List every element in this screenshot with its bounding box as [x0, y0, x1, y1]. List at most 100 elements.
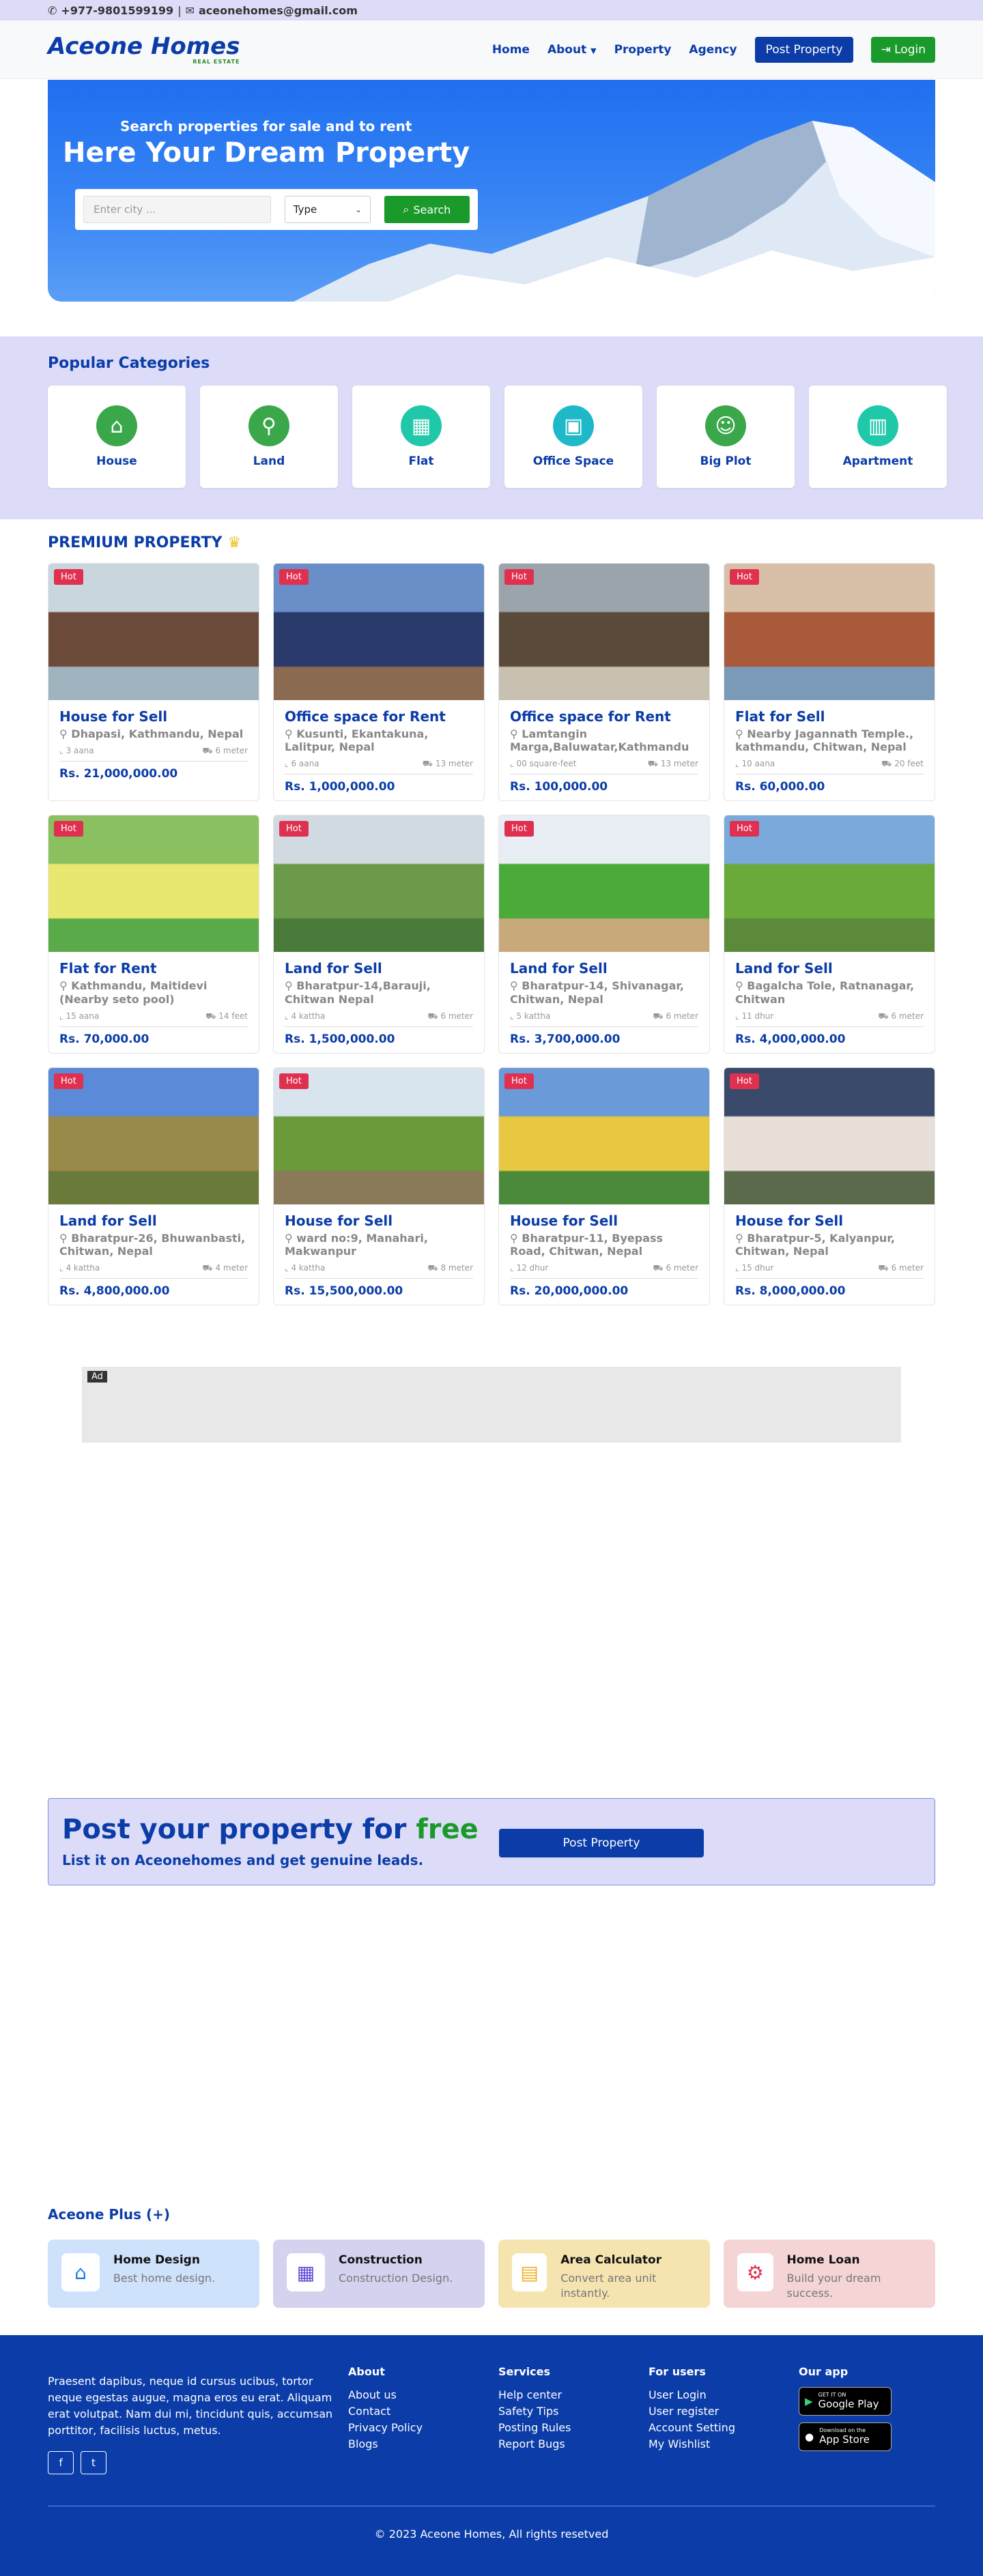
- topbar-phone[interactable]: +977-9801599199: [61, 4, 173, 17]
- footer-link[interactable]: User Login: [649, 2387, 735, 2403]
- property-card[interactable]: Hot Office space for Rent ⚲ Lamtangin Marg…: [498, 563, 710, 802]
- topbar-email[interactable]: aceonehomes@gmail.com: [199, 4, 358, 17]
- location-text: Bharatpur-14,Barauji, Chitwan Nepal: [285, 979, 431, 1006]
- google-play-badge[interactable]: ▶ GET IT ON Google Play: [799, 2387, 892, 2416]
- app-badges: ▶ GET IT ON Google Play ● Download on the Ap…: [799, 2387, 892, 2451]
- property-title[interactable]: House for Sell: [59, 708, 248, 725]
- area-text: 12 dhur: [516, 1263, 549, 1273]
- footer-link[interactable]: Blogs: [348, 2436, 423, 2452]
- property-card[interactable]: Hot Land for Sell ⚲ Bharatpur-14, Shivanag…: [498, 815, 710, 1054]
- property-card[interactable]: Hot House for Sell ⚲ Bharatpur-5, Kalyanpu…: [724, 1067, 935, 1306]
- city-input[interactable]: Enter city ...: [83, 196, 271, 223]
- caret-down-icon: ▼: [590, 46, 597, 55]
- area-icon: ⌞: [735, 1011, 739, 1021]
- property-image[interactable]: Hot: [48, 1067, 259, 1204]
- category-card[interactable]: ⌂ House: [48, 386, 186, 488]
- property-title[interactable]: Office space for Rent: [285, 708, 473, 725]
- login-button[interactable]: ⇥ Login: [871, 36, 935, 63]
- property-title[interactable]: Land for Sell: [59, 1213, 248, 1229]
- nav-property[interactable]: Property: [614, 43, 672, 57]
- footer-link[interactable]: User register: [649, 2403, 735, 2420]
- category-card[interactable]: ▣ Office Space: [504, 386, 642, 488]
- nav-about[interactable]: About ▼: [547, 43, 597, 57]
- property-card[interactable]: Hot Office space for Rent ⚲ Kusunti, Ekant…: [273, 563, 485, 802]
- property-title[interactable]: House for Sell: [735, 1213, 924, 1229]
- property-image[interactable]: Hot: [48, 815, 259, 953]
- hot-badge: Hot: [54, 569, 83, 585]
- property-card[interactable]: Hot House for Sell ⚲ ward no:9, Manahari, …: [273, 1067, 485, 1306]
- footer-link[interactable]: Help center: [498, 2387, 571, 2403]
- property-card[interactable]: Hot Land for Sell ⚲ Bharatpur-14,Barauji, …: [273, 815, 485, 1054]
- location-text: Kathmandu, Maitidevi (Nearby seto pool): [59, 979, 208, 1006]
- property-image[interactable]: Hot: [274, 564, 484, 700]
- plus-service-card[interactable]: ⚙ Home Loan Build your dream success.: [724, 2240, 935, 2308]
- property-card[interactable]: Hot Flat for Sell ⚲ Nearby Jagannath Templ…: [724, 563, 935, 802]
- property-title[interactable]: Land for Sell: [735, 960, 924, 976]
- road-info: ⛟ 20 feet: [881, 759, 924, 770]
- property-image[interactable]: Hot: [499, 815, 709, 953]
- ad-banner[interactable]: Ad: [82, 1367, 901, 1443]
- property-card[interactable]: Hot Flat for Rent ⚲ Kathmandu, Maitidevi (…: [48, 815, 259, 1054]
- location-text: Bharatpur-26, Bhuwanbasti, Chitwan, Nepa…: [59, 1231, 246, 1258]
- property-image[interactable]: Hot: [499, 1067, 709, 1204]
- road-info: ⛟ 6 meter: [879, 1263, 924, 1274]
- footer-link[interactable]: My Wishlist: [649, 2436, 735, 2452]
- category-card[interactable]: ▦ Flat: [352, 386, 490, 488]
- category-card[interactable]: ☺ Big Plot: [657, 386, 795, 488]
- property-title[interactable]: Office space for Rent: [510, 708, 698, 725]
- property-image[interactable]: Hot: [48, 564, 259, 700]
- road-text: 20 feet: [894, 759, 924, 769]
- property-title[interactable]: Land for Sell: [285, 960, 473, 976]
- location-text: Lamtangin Marga,Baluwatar,Kathmandu: [510, 727, 689, 754]
- footer-link[interactable]: Safety Tips: [498, 2403, 571, 2420]
- property-image[interactable]: Hot: [499, 564, 709, 700]
- property-title[interactable]: Land for Sell: [510, 960, 698, 976]
- plus-service-card[interactable]: ▤ Area Calculator Convert area unit instan…: [498, 2240, 710, 2308]
- property-image[interactable]: Hot: [274, 815, 484, 953]
- area-text: 4 kattha: [291, 1263, 326, 1273]
- road-info: ⛟ 8 meter: [428, 1263, 473, 1274]
- plus-service-card[interactable]: ▦ Construction Construction Design.: [273, 2240, 485, 2308]
- search-button[interactable]: ⌕ Search: [384, 196, 470, 223]
- copyright: © 2023 Aceone Homes, All rights resetved: [374, 2528, 609, 2541]
- category-card[interactable]: ⚲ Land: [200, 386, 338, 488]
- footer-link[interactable]: Posting Rules: [498, 2420, 571, 2436]
- property-image[interactable]: Hot: [724, 815, 935, 953]
- area-text: 10 aana: [741, 759, 775, 769]
- category-label: Office Space: [532, 454, 614, 468]
- footer-link[interactable]: Account Setting: [649, 2420, 735, 2436]
- property-card[interactable]: Hot Land for Sell ⚲ Bharatpur-26, Bhuwanba…: [48, 1067, 259, 1306]
- footer-link[interactable]: Contact: [348, 2403, 423, 2420]
- hot-badge: Hot: [54, 821, 83, 837]
- property-image[interactable]: Hot: [724, 564, 935, 700]
- road-info: ⛟ 6 meter: [653, 1263, 698, 1274]
- area-info: ⌞ 15 aana: [59, 1011, 99, 1022]
- road-icon: ⛟: [427, 1263, 438, 1273]
- property-title[interactable]: House for Sell: [285, 1213, 473, 1229]
- app-store-badge[interactable]: ● Download on the App Store: [799, 2422, 892, 2451]
- logo[interactable]: Aceone Homes REAL ESTATE: [48, 35, 240, 65]
- property-image[interactable]: Hot: [274, 1067, 484, 1204]
- property-meta: ⌞ 11 dhur ⛟ 6 meter: [735, 1011, 924, 1027]
- area-icon: ⌞: [510, 1011, 514, 1021]
- twitter-icon[interactable]: t: [81, 2451, 106, 2474]
- category-card[interactable]: ▥ Apartment: [809, 386, 947, 488]
- property-image[interactable]: Hot: [724, 1067, 935, 1204]
- facebook-icon[interactable]: f: [48, 2451, 74, 2474]
- property-title[interactable]: Flat for Sell: [735, 708, 924, 725]
- property-card[interactable]: Hot House for Sell ⚲ Bharatpur-11, Byepass…: [498, 1067, 710, 1306]
- nav-agency[interactable]: Agency: [689, 43, 737, 57]
- property-title[interactable]: Flat for Rent: [59, 960, 248, 976]
- footer-link[interactable]: Report Bugs: [498, 2436, 571, 2452]
- cta-post-button[interactable]: Post Property: [499, 1829, 704, 1857]
- property-title[interactable]: House for Sell: [510, 1213, 698, 1229]
- footer-link[interactable]: Privacy Policy: [348, 2420, 423, 2436]
- type-select[interactable]: Type ⌄: [284, 196, 371, 223]
- post-property-button[interactable]: Post Property: [754, 36, 854, 63]
- nav-home[interactable]: Home: [492, 43, 530, 57]
- footer-link[interactable]: About us: [348, 2387, 423, 2403]
- property-card[interactable]: Hot House for Sell ⚲ Dhapasi, Kathmandu, N…: [48, 563, 259, 802]
- plus-service-card[interactable]: ⌂ Home Design Best home design.: [48, 2240, 259, 2308]
- property-card[interactable]: Hot Land for Sell ⚲ Bagalcha Tole, Ratnana…: [724, 815, 935, 1054]
- property-price: Rs. 1,500,000.00: [285, 1032, 395, 1046]
